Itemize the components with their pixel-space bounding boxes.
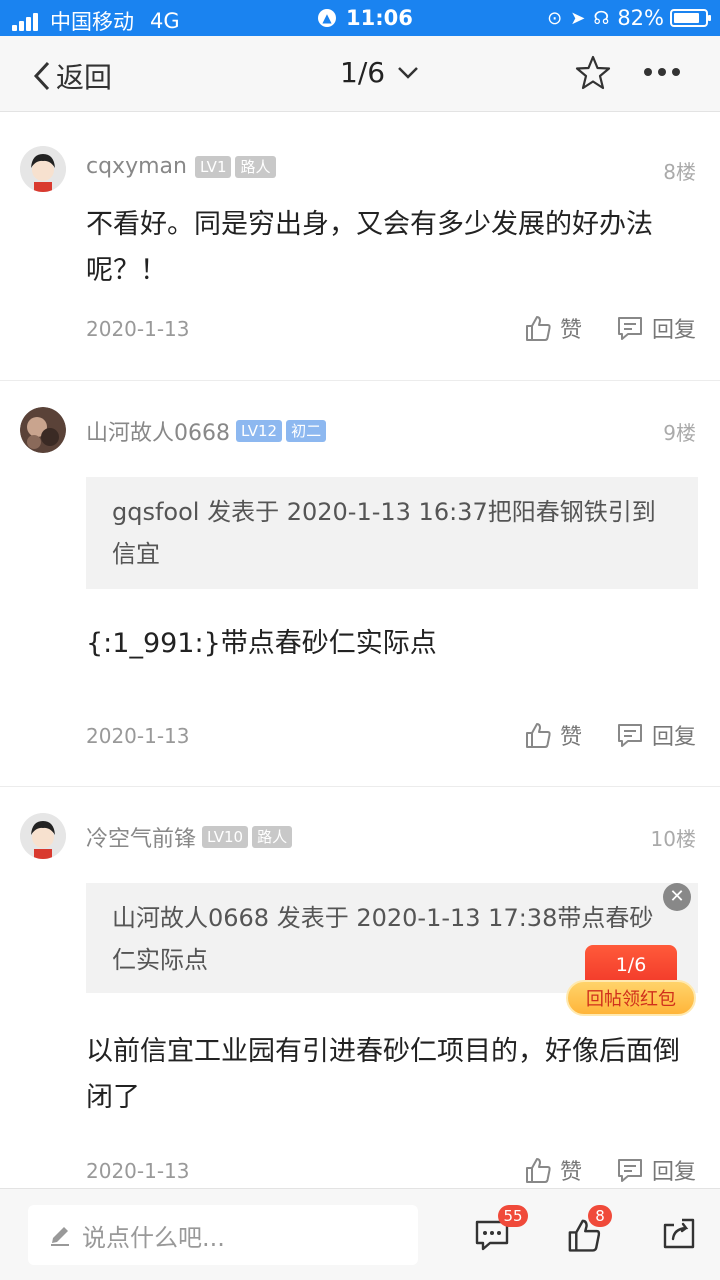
pencil-icon [51,1227,69,1246]
close-icon[interactable]: ✕ [663,883,691,911]
rank-badge: 初二 [286,420,327,442]
post-floor-8: cqxyman LV1 路人 8楼 不看好。同是穷出身，又会有多少发展的好办法呢… [0,112,720,382]
quote-block[interactable]: gqsfool 发表于 2020-1-13 16:37把阳春钢铁引到信宜 [86,477,698,589]
signal-icon [12,11,40,31]
like-label: 赞 [559,318,582,343]
like-button[interactable]: 赞 [524,1154,582,1186]
comment-count-badge: 55 [498,1205,528,1227]
floor-number: 10楼 [650,827,696,851]
user-info: 冷空气前锋 LV10 路人 [86,821,293,853]
chevron-down-icon [398,66,418,79]
like-button[interactable]: 赞 [524,719,582,751]
share-icon [663,1218,695,1249]
like-count-badge: 8 [588,1205,612,1227]
nav-bar: 返回 1/6 [0,36,720,112]
like-label: 赞 [559,725,582,750]
red-packet-button[interactable]: 回帖领红包 [566,980,696,1016]
post-content: {:1_991:}带点春砂仁实际点 [86,628,437,659]
post-date: 2020-1-13 [86,1159,190,1183]
bottom-bar: 说点什么吧... 55 8 [0,1188,720,1280]
post-content: 不看好。同是穷出身，又会有多少发展的好办法呢？！ [86,209,653,286]
reply-label: 回复 [651,1160,696,1185]
battery-percent: 82% [617,6,664,30]
share-button[interactable] [662,1217,696,1255]
username[interactable]: 山河故人0668 [86,415,230,447]
avatar[interactable] [20,146,66,192]
thumbs-up-icon [525,316,551,341]
chevron-left-icon [33,61,50,91]
reply-button[interactable]: 回复 [616,312,696,344]
post-actions: 赞 回复 [524,719,696,751]
orientation-lock-icon: ⊙ [547,7,563,29]
post-date: 2020-1-13 [86,724,190,748]
username[interactable]: cqxyman [86,154,187,179]
network-type: 4G [150,9,180,33]
headphones-icon: ☊ [593,7,610,29]
post-floor-9: 山河故人0668 LV12 初二 9楼 gqsfool 发表于 2020-1-1… [0,381,720,786]
back-button[interactable]: 返回 [32,56,112,96]
more-button[interactable] [644,68,686,76]
thumbs-up-icon [525,1158,551,1183]
avatar[interactable] [20,407,66,453]
reply-button[interactable]: 回复 [616,1154,696,1186]
floor-number: 9楼 [663,421,696,445]
rank-badge: 路人 [235,155,276,178]
status-bar: 中国移动 4G ▲ 11:06 ⊙ ➤ ☊ 82% [0,0,720,36]
level-badge: LV1 [194,155,232,178]
reply-label: 回复 [651,725,696,750]
post-date: 2020-1-13 [86,317,190,341]
comments-button[interactable]: 55 [474,1205,528,1257]
rank-badge: 路人 [252,826,293,848]
comment-icon [617,1159,642,1182]
like-post-button[interactable]: 8 [566,1205,612,1257]
username[interactable]: 冷空气前锋 [86,821,196,853]
thumbs-up-icon [525,723,551,748]
floor-number: 8楼 [663,160,696,184]
post-actions: 赞 回复 [524,312,696,344]
clock: 11:06 [346,6,413,30]
battery-icon [670,9,711,27]
carrier-name: 中国移动 [50,10,134,34]
page-indicator: 1/6 [340,56,386,89]
comment-icon [617,317,642,340]
comment-input[interactable]: 说点什么吧... [28,1205,418,1265]
reply-label: 回复 [651,318,696,343]
avatar[interactable] [20,813,66,859]
page-selector[interactable]: 1/6 [340,56,419,89]
navigation-app-icon: ▲ [318,9,336,27]
post-content: 以前信宜工业园有引进春砂仁项目的，好像后面倒闭了 [86,1036,680,1113]
user-info: cqxyman LV1 路人 [86,154,276,179]
back-label: 返回 [56,61,113,94]
level-badge: LV10 [202,826,249,848]
level-badge: LV12 [236,420,283,442]
location-icon: ➤ [570,7,586,29]
user-info: 山河故人0668 LV12 初二 [86,415,327,447]
post-actions: 赞 回复 [524,1154,696,1186]
star-icon[interactable] [574,54,612,92]
like-button[interactable]: 赞 [524,312,582,344]
like-label: 赞 [559,1160,582,1185]
red-packet-page[interactable]: 1/6 [585,945,677,985]
comment-placeholder: 说点什么吧... [82,1223,225,1252]
reply-button[interactable]: 回复 [616,719,696,751]
comment-icon [617,724,642,747]
